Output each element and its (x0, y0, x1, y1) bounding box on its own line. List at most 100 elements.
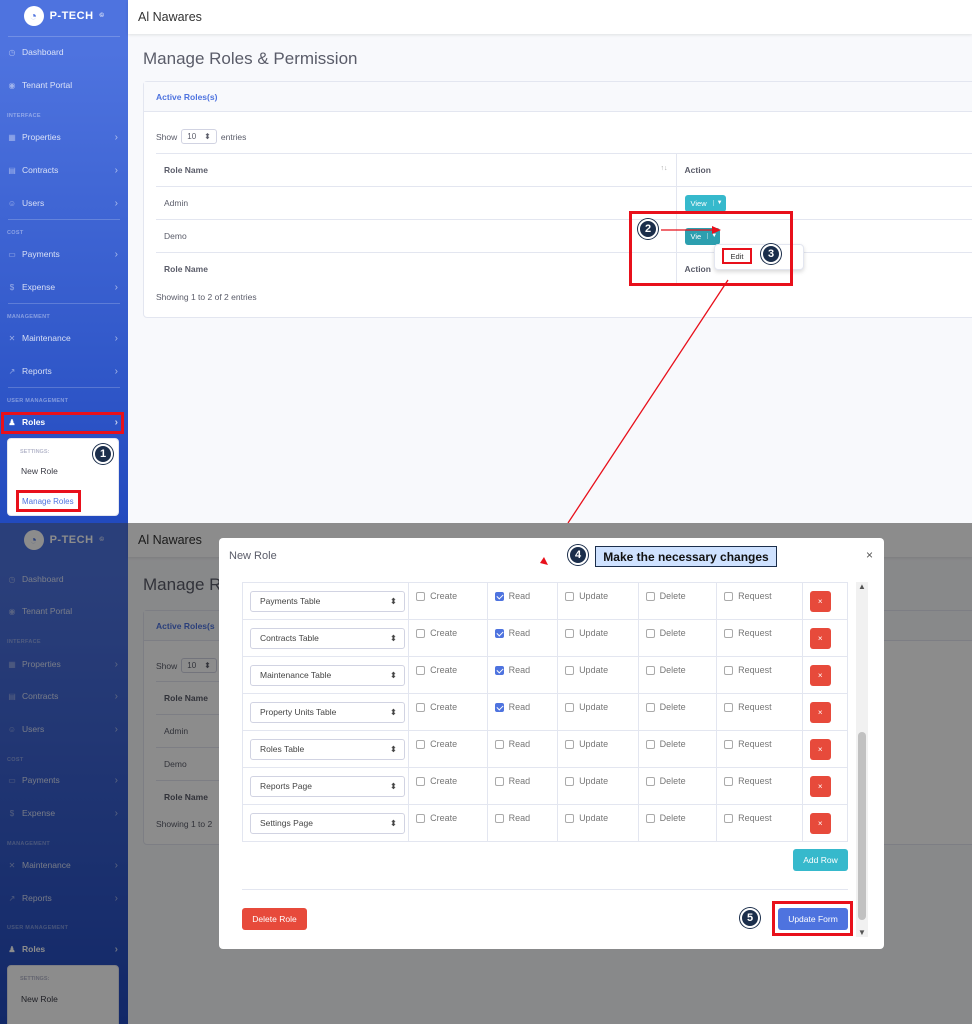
checkbox-delete[interactable]: Delete (645, 813, 686, 823)
instruction-callout: Make the necessary changes (595, 546, 777, 567)
checkbox-request[interactable]: Request (724, 628, 772, 638)
resource-select[interactable]: Contracts Table ⬍ (250, 627, 405, 649)
checkbox-read[interactable]: Read (494, 702, 530, 712)
remove-row-button[interactable]: × (809, 738, 831, 760)
remove-row-button[interactable]: × (809, 664, 831, 686)
checkbox-icon (494, 591, 504, 601)
checkbox-read[interactable]: Read (494, 739, 530, 749)
scroll-up-icon[interactable]: ▲ (856, 582, 868, 591)
select-caret-icon: ⬍ (389, 706, 397, 717)
checkbox-delete[interactable]: Delete (645, 776, 686, 786)
checkbox-update[interactable]: Update (565, 739, 608, 749)
permissions-table: Payments Table ⬍ Create Read Update Delete Req… (241, 582, 849, 842)
checkbox-create[interactable]: Create (416, 813, 457, 823)
top-screenshot: ◔ P-TECH © ◷ Dashboard ◉ Tenant Portal INTE… (0, 0, 972, 523)
checkbox-icon (645, 776, 655, 786)
remove-row-button[interactable]: × (809, 627, 831, 649)
checkbox-icon (724, 776, 734, 786)
checkbox-create[interactable]: Create (416, 591, 457, 601)
checkbox-delete[interactable]: Delete (645, 739, 686, 749)
checkbox-delete[interactable]: Delete (645, 702, 686, 712)
checkbox-icon (416, 813, 426, 823)
scrollbar-thumb[interactable] (858, 732, 866, 920)
checkbox-icon (494, 739, 504, 749)
remove-row-button[interactable]: × (809, 590, 831, 612)
modal-title: New Role (229, 550, 277, 562)
checkbox-update[interactable]: Update (565, 702, 608, 712)
modal-divider (242, 889, 848, 890)
resource-select[interactable]: Property Units Table ⬍ (250, 701, 405, 723)
checkbox-read[interactable]: Read (494, 813, 530, 823)
resource-select[interactable]: Roles Table ⬍ (250, 738, 405, 760)
checkbox-read[interactable]: Read (494, 776, 530, 786)
checkbox-icon (565, 813, 575, 823)
scroll-down-icon[interactable]: ▼ (856, 928, 868, 937)
checkbox-request[interactable]: Request (724, 591, 772, 601)
resource-select[interactable]: Settings Page ⬍ (250, 812, 405, 834)
checkbox-update[interactable]: Update (565, 591, 608, 601)
modal-scrollbar[interactable]: ▲ ▼ (856, 582, 868, 937)
role-modal: New Role × Make the necessary changes 4 … (219, 538, 884, 949)
checkbox-icon (724, 628, 734, 638)
select-caret-icon: ⬍ (389, 817, 397, 828)
checkbox-icon (416, 628, 426, 638)
checkbox-request[interactable]: Request (724, 776, 772, 786)
delete-role-button[interactable]: Delete Role (242, 908, 307, 930)
checkbox-update[interactable]: Update (565, 628, 608, 638)
checkbox-icon (724, 665, 734, 675)
checkbox-read[interactable]: Read (494, 628, 530, 638)
checkbox-create[interactable]: Create (416, 702, 457, 712)
checkbox-request[interactable]: Request (724, 665, 772, 675)
select-caret-icon: ⬍ (389, 632, 397, 643)
permission-row: Settings Page ⬍ Create Read Update Delete Requ… (241, 804, 849, 842)
checkbox-icon (565, 702, 575, 712)
checkbox-read[interactable]: Read (494, 591, 530, 601)
permission-row: Maintenance Table ⬍ Create Read Update Delete… (241, 656, 849, 694)
select-caret-icon: ⬍ (389, 669, 397, 680)
resource-select[interactable]: Payments Table ⬍ (250, 590, 405, 612)
checkbox-icon (645, 739, 655, 749)
add-row-button[interactable]: Add Row (793, 849, 848, 871)
checkbox-icon (645, 628, 655, 638)
select-caret-icon: ⬍ (389, 743, 397, 754)
select-caret-icon: ⬍ (389, 595, 397, 606)
checkbox-update[interactable]: Update (565, 776, 608, 786)
remove-row-button[interactable]: × (809, 701, 831, 723)
checkbox-icon (565, 628, 575, 638)
checkbox-request[interactable]: Request (724, 739, 772, 749)
close-icon[interactable]: × (866, 548, 873, 562)
checkbox-read[interactable]: Read (494, 665, 530, 675)
checkbox-icon (416, 591, 426, 601)
checkbox-update[interactable]: Update (565, 665, 608, 675)
checkbox-icon (645, 665, 655, 675)
remove-row-button[interactable]: × (809, 812, 831, 834)
resource-select[interactable]: Reports Page ⬍ (250, 775, 405, 797)
checkbox-icon (565, 776, 575, 786)
checkbox-icon (416, 665, 426, 675)
resource-select[interactable]: Maintenance Table ⬍ (250, 664, 405, 686)
checkbox-icon (565, 665, 575, 675)
checkbox-icon (645, 702, 655, 712)
checkbox-icon (724, 739, 734, 749)
checkbox-request[interactable]: Request (724, 702, 772, 712)
checkbox-icon (494, 776, 504, 786)
checkbox-delete[interactable]: Delete (645, 591, 686, 601)
checkbox-icon (724, 702, 734, 712)
checkbox-request[interactable]: Request (724, 813, 772, 823)
checkbox-update[interactable]: Update (565, 813, 608, 823)
checkbox-create[interactable]: Create (416, 776, 457, 786)
permission-row: Reports Page ⬍ Create Read Update Delete Reque… (241, 767, 849, 805)
checkbox-create[interactable]: Create (416, 628, 457, 638)
checkbox-delete[interactable]: Delete (645, 628, 686, 638)
highlight-update-form (772, 901, 853, 936)
checkbox-delete[interactable]: Delete (645, 665, 686, 675)
permission-row: Property Units Table ⬍ Create Read Update Del… (241, 693, 849, 731)
checkbox-create[interactable]: Create (416, 665, 457, 675)
bottom-screenshot: ◔ P-TECH © ◷ Dashboard ◉ Tenant Portal INTE… (0, 523, 972, 1024)
remove-row-button[interactable]: × (809, 775, 831, 797)
checkbox-icon (416, 702, 426, 712)
checkbox-create[interactable]: Create (416, 739, 457, 749)
select-caret-icon: ⬍ (389, 780, 397, 791)
permission-row: Contracts Table ⬍ Create Read Update Delete Re… (241, 619, 849, 657)
checkbox-icon (494, 665, 504, 675)
